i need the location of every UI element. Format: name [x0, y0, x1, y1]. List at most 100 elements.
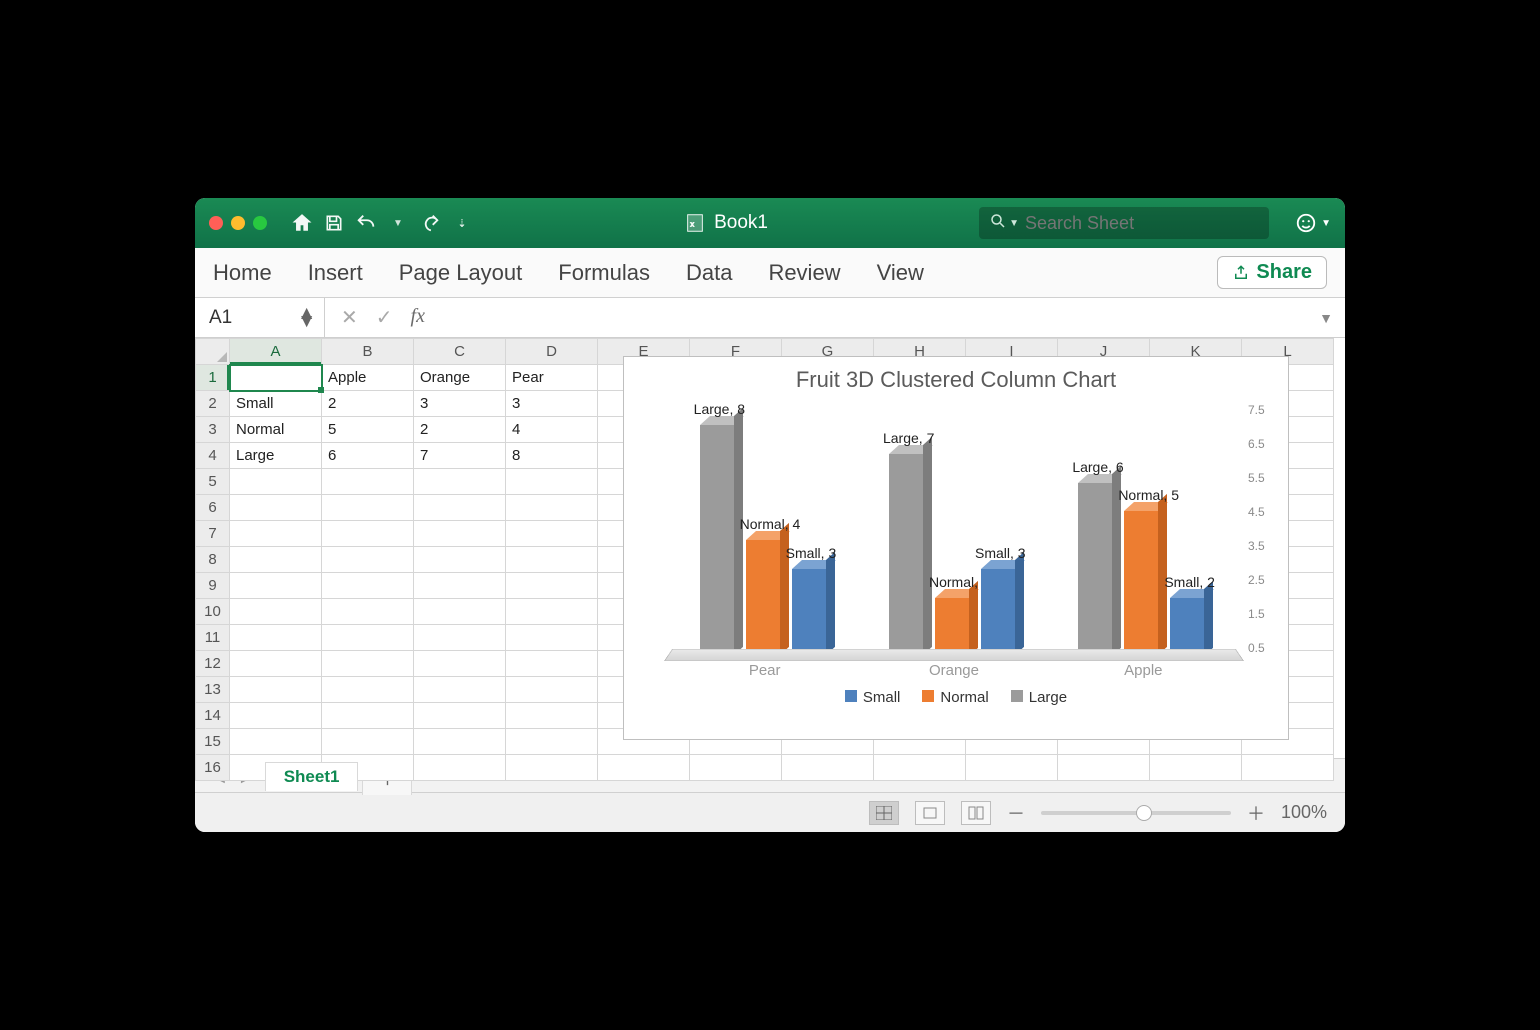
- cell-D10[interactable]: [506, 599, 598, 625]
- cell-A14[interactable]: [230, 703, 322, 729]
- tab-view[interactable]: View: [877, 260, 924, 286]
- row-header-15[interactable]: 15: [196, 729, 230, 755]
- embedded-chart[interactable]: Fruit 3D Clustered Column Chart 7.56.55.…: [623, 356, 1289, 740]
- zoom-slider[interactable]: [1041, 811, 1231, 815]
- cell-A4[interactable]: Large: [230, 443, 322, 469]
- bar-Orange-Small[interactable]: Small, 3: [981, 569, 1015, 655]
- view-page-break-button[interactable]: [961, 801, 991, 825]
- bar-Pear-Large[interactable]: Large, 8: [700, 425, 734, 655]
- cell-D14[interactable]: [506, 703, 598, 729]
- row-header-12[interactable]: 12: [196, 651, 230, 677]
- cell-C11[interactable]: [414, 625, 506, 651]
- cell-D5[interactable]: [506, 469, 598, 495]
- cell-A2[interactable]: Small: [230, 391, 322, 417]
- row-header-3[interactable]: 3: [196, 417, 230, 443]
- cell-D12[interactable]: [506, 651, 598, 677]
- search-dropdown-icon[interactable]: ▼: [1009, 218, 1019, 229]
- bar-Orange-Large[interactable]: Large, 7: [889, 454, 923, 655]
- row-header-9[interactable]: 9: [196, 573, 230, 599]
- tab-insert[interactable]: Insert: [308, 260, 363, 286]
- save-icon[interactable]: [323, 212, 345, 234]
- row-header-7[interactable]: 7: [196, 521, 230, 547]
- cell-D2[interactable]: 3: [506, 391, 598, 417]
- formula-input[interactable]: [441, 298, 1307, 337]
- row-header-13[interactable]: 13: [196, 677, 230, 703]
- cell-B11[interactable]: [322, 625, 414, 651]
- bar-Orange-Normal[interactable]: Normal, 2: [935, 598, 969, 656]
- cell-L16[interactable]: [1242, 755, 1334, 781]
- cell-I16[interactable]: [966, 755, 1058, 781]
- enter-formula-icon[interactable]: ✓: [376, 305, 393, 330]
- cell-B9[interactable]: [322, 573, 414, 599]
- cell-B5[interactable]: [322, 469, 414, 495]
- bar-Pear-Small[interactable]: Small, 3: [792, 569, 826, 655]
- cell-B7[interactable]: [322, 521, 414, 547]
- cell-E16[interactable]: [598, 755, 690, 781]
- column-header-B[interactable]: B: [322, 339, 414, 365]
- row-header-5[interactable]: 5: [196, 469, 230, 495]
- cell-C1[interactable]: Orange: [414, 365, 506, 391]
- cell-B3[interactable]: 5: [322, 417, 414, 443]
- zoom-in-button[interactable]: ＋: [1247, 800, 1265, 826]
- row-header-14[interactable]: 14: [196, 703, 230, 729]
- row-header-6[interactable]: 6: [196, 495, 230, 521]
- tab-review[interactable]: Review: [768, 260, 840, 286]
- cell-C14[interactable]: [414, 703, 506, 729]
- cell-A15[interactable]: [230, 729, 322, 755]
- minimize-window-button[interactable]: [231, 216, 245, 230]
- cell-D16[interactable]: [506, 755, 598, 781]
- cell-C10[interactable]: [414, 599, 506, 625]
- cell-A11[interactable]: [230, 625, 322, 651]
- cell-B1[interactable]: Apple: [322, 365, 414, 391]
- cell-A3[interactable]: Normal: [230, 417, 322, 443]
- cell-B12[interactable]: [322, 651, 414, 677]
- cell-A12[interactable]: [230, 651, 322, 677]
- cancel-formula-icon[interactable]: ✕: [341, 305, 358, 330]
- view-page-layout-button[interactable]: [915, 801, 945, 825]
- row-header-10[interactable]: 10: [196, 599, 230, 625]
- row-header-8[interactable]: 8: [196, 547, 230, 573]
- row-header-11[interactable]: 11: [196, 625, 230, 651]
- cell-C9[interactable]: [414, 573, 506, 599]
- bar-Pear-Normal[interactable]: Normal, 4: [746, 540, 780, 655]
- row-header-16[interactable]: 16: [196, 755, 230, 781]
- name-box-stepper[interactable]: ▲▼: [297, 310, 316, 326]
- cell-C8[interactable]: [414, 547, 506, 573]
- fullscreen-window-button[interactable]: [253, 216, 267, 230]
- close-window-button[interactable]: [209, 216, 223, 230]
- cell-D8[interactable]: [506, 547, 598, 573]
- bar-Apple-Normal[interactable]: Normal, 5: [1124, 511, 1158, 655]
- cell-C2[interactable]: 3: [414, 391, 506, 417]
- cell-D7[interactable]: [506, 521, 598, 547]
- fx-label[interactable]: fx: [411, 305, 425, 330]
- cell-C13[interactable]: [414, 677, 506, 703]
- search-box[interactable]: ▼: [979, 207, 1269, 239]
- cell-A1[interactable]: [230, 365, 322, 391]
- cell-A5[interactable]: [230, 469, 322, 495]
- cell-A10[interactable]: [230, 599, 322, 625]
- cell-C12[interactable]: [414, 651, 506, 677]
- cell-A13[interactable]: [230, 677, 322, 703]
- cell-A9[interactable]: [230, 573, 322, 599]
- cell-C5[interactable]: [414, 469, 506, 495]
- bar-Apple-Small[interactable]: Small, 2: [1170, 598, 1204, 656]
- home-icon[interactable]: [291, 212, 313, 234]
- cell-C4[interactable]: 7: [414, 443, 506, 469]
- cell-B13[interactable]: [322, 677, 414, 703]
- row-header-4[interactable]: 4: [196, 443, 230, 469]
- cell-D15[interactable]: [506, 729, 598, 755]
- undo-icon[interactable]: [355, 212, 377, 234]
- cell-D3[interactable]: 4: [506, 417, 598, 443]
- name-box[interactable]: A1 ▲▼: [195, 298, 325, 337]
- tab-formulas[interactable]: Formulas: [558, 260, 650, 286]
- cell-D6[interactable]: [506, 495, 598, 521]
- cell-G16[interactable]: [782, 755, 874, 781]
- cell-A7[interactable]: [230, 521, 322, 547]
- cell-B10[interactable]: [322, 599, 414, 625]
- cell-D9[interactable]: [506, 573, 598, 599]
- cell-C16[interactable]: [414, 755, 506, 781]
- column-header-C[interactable]: C: [414, 339, 506, 365]
- sheet-tab-sheet1[interactable]: Sheet1: [265, 762, 359, 791]
- cell-H16[interactable]: [874, 755, 966, 781]
- cell-C15[interactable]: [414, 729, 506, 755]
